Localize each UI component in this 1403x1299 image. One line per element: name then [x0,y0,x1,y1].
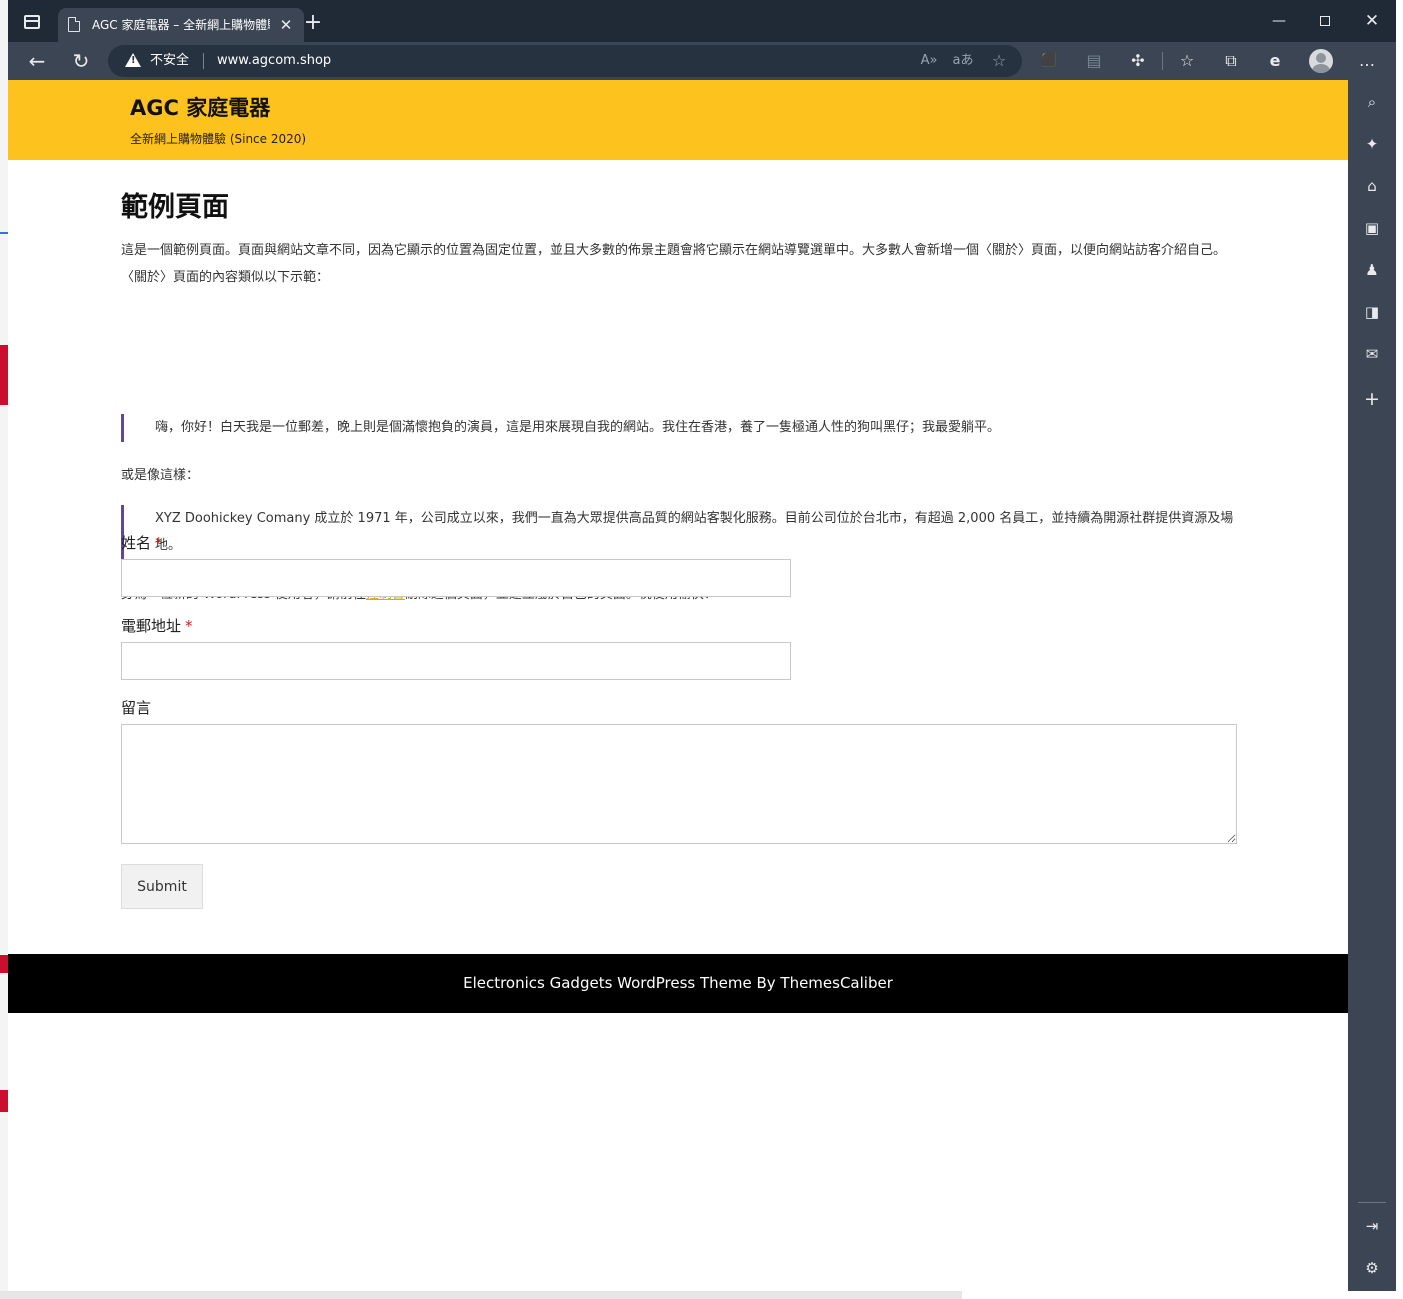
sidebar-hide-icon[interactable]: ⇥ [1360,1214,1384,1238]
page-viewport: AGC 家庭電器 全新網上購物體驗 (Since 2020) 範例頁面 這是一個… [8,80,1348,1291]
email-label-text: 電郵地址 [121,617,182,635]
warning-icon[interactable] [125,53,141,67]
site-title[interactable]: AGC 家庭電器 [130,94,270,122]
sidebar-search-icon[interactable]: ⌕ [1360,90,1384,114]
message-field[interactable] [121,724,1237,844]
minimize-button[interactable]: — [1267,10,1291,32]
or-like-this-paragraph: 或是像這樣： [121,468,200,483]
url-text[interactable]: www.agcom.shop [217,51,331,71]
close-window-button[interactable]: ✕ [1360,10,1384,32]
read-aloud-icon[interactable]: A» [918,51,940,71]
sidebar-tools-icon[interactable]: ▣ [1360,216,1384,240]
maximize-icon [1320,16,1330,26]
intro-paragraph: 這是一個範例頁面。頁面與網站文章不同，因為它顯示的位置為固定位置，並且大多數的佈… [121,243,1227,285]
security-status[interactable]: 不安全 [150,51,189,71]
site-header: AGC 家庭電器 全新網上購物體驗 (Since 2020) [8,80,1348,160]
sidebar-shopping-icon[interactable]: ⌂ [1360,174,1384,198]
sidebar-add-icon[interactable]: + [1360,387,1384,411]
tab-actions-icon[interactable] [24,15,40,29]
sidebar-office-icon[interactable]: ◨ [1360,300,1384,324]
tab-title: AGC 家庭電器 – 全新網上購物體驗 [92,18,270,32]
maximize-button[interactable] [1313,10,1337,32]
address-divider [203,53,204,69]
edge-sidebar: ⌕ ✦ ⌂ ▣ ♟ ◨ ✉ + ⇥ ⚙ [1348,80,1396,1291]
browser-window: AGC 家庭電器 – 全新網上購物體驗 ✕ + — ✕ ← ↻ 不安全 www.… [8,0,1396,1291]
name-label-text: 姓名 [121,534,152,552]
extension-red-icon[interactable]: ⬛ [1037,50,1061,72]
name-field[interactable] [121,559,791,597]
collections-icon[interactable]: ⧉ [1219,50,1243,72]
address-bar[interactable]: 不安全 www.agcom.shop A» aあ ☆ [108,45,1022,77]
quote-company: XYZ Doohickey Comany 成立於 1971 年，公司成立以來，我… [121,505,1239,559]
back-button[interactable]: ← [24,48,50,74]
add-favorite-icon[interactable]: ☆ [988,51,1010,71]
page-title: 範例頁面 [121,192,229,223]
tab-active[interactable]: AGC 家庭電器 – 全新網上購物體驗 ✕ [58,8,304,42]
settings-menu-icon[interactable]: … [1355,50,1379,72]
email-label: 電郵地址 * [121,613,193,639]
tab-strip: AGC 家庭電器 – 全新網上購物體驗 ✕ + — ✕ [8,0,1396,42]
extensions-icon[interactable]: ✣ [1126,50,1150,72]
desktop-left-edge [0,0,8,1299]
translate-icon[interactable]: aあ [952,51,974,71]
sidebar-outlook-icon[interactable]: ✉ [1360,342,1384,366]
name-label: 姓名 * [121,530,163,556]
edge-drop-icon[interactable]: e [1263,50,1287,72]
sidebar-settings-icon[interactable]: ⚙ [1360,1256,1384,1280]
sidebar-discover-icon[interactable]: ✦ [1360,132,1384,156]
extension-grey-icon[interactable]: ▤ [1082,50,1106,72]
message-label: 留言 [121,699,152,717]
site-footer: Electronics Gadgets WordPress Theme By T… [8,954,1348,1013]
sidebar-games-icon[interactable]: ♟ [1360,258,1384,282]
page-icon [68,17,80,32]
profile-avatar[interactable] [1309,49,1333,73]
browser-toolbar: ← ↻ 不安全 www.agcom.shop A» aあ ☆ ⬛ ▤ ✣ ☆ ⧉… [8,42,1396,80]
quote-personal: 嗨，你好！白天我是一位郵差，晚上則是個滿懷抱負的演員，這是用來展現自我的網站。我… [121,414,1239,442]
desktop-right-edge [1396,0,1403,1299]
footer-credit[interactable]: Electronics Gadgets WordPress Theme By T… [8,972,1348,994]
desktop-bottom-edge [0,1291,1403,1299]
reload-button[interactable]: ↻ [68,48,94,74]
new-tab-button[interactable]: + [302,12,324,34]
tab-close-icon[interactable]: ✕ [276,15,296,35]
site-tagline: 全新網上購物體驗 (Since 2020) [130,132,307,146]
submit-button[interactable]: Submit [121,864,203,909]
toolbar-divider [1162,52,1163,70]
required-mark: * [185,617,193,635]
favorites-icon[interactable]: ☆ [1175,50,1199,72]
email-field[interactable] [121,642,791,680]
required-mark: * [155,534,163,552]
sidebar-divider [1358,1202,1386,1203]
